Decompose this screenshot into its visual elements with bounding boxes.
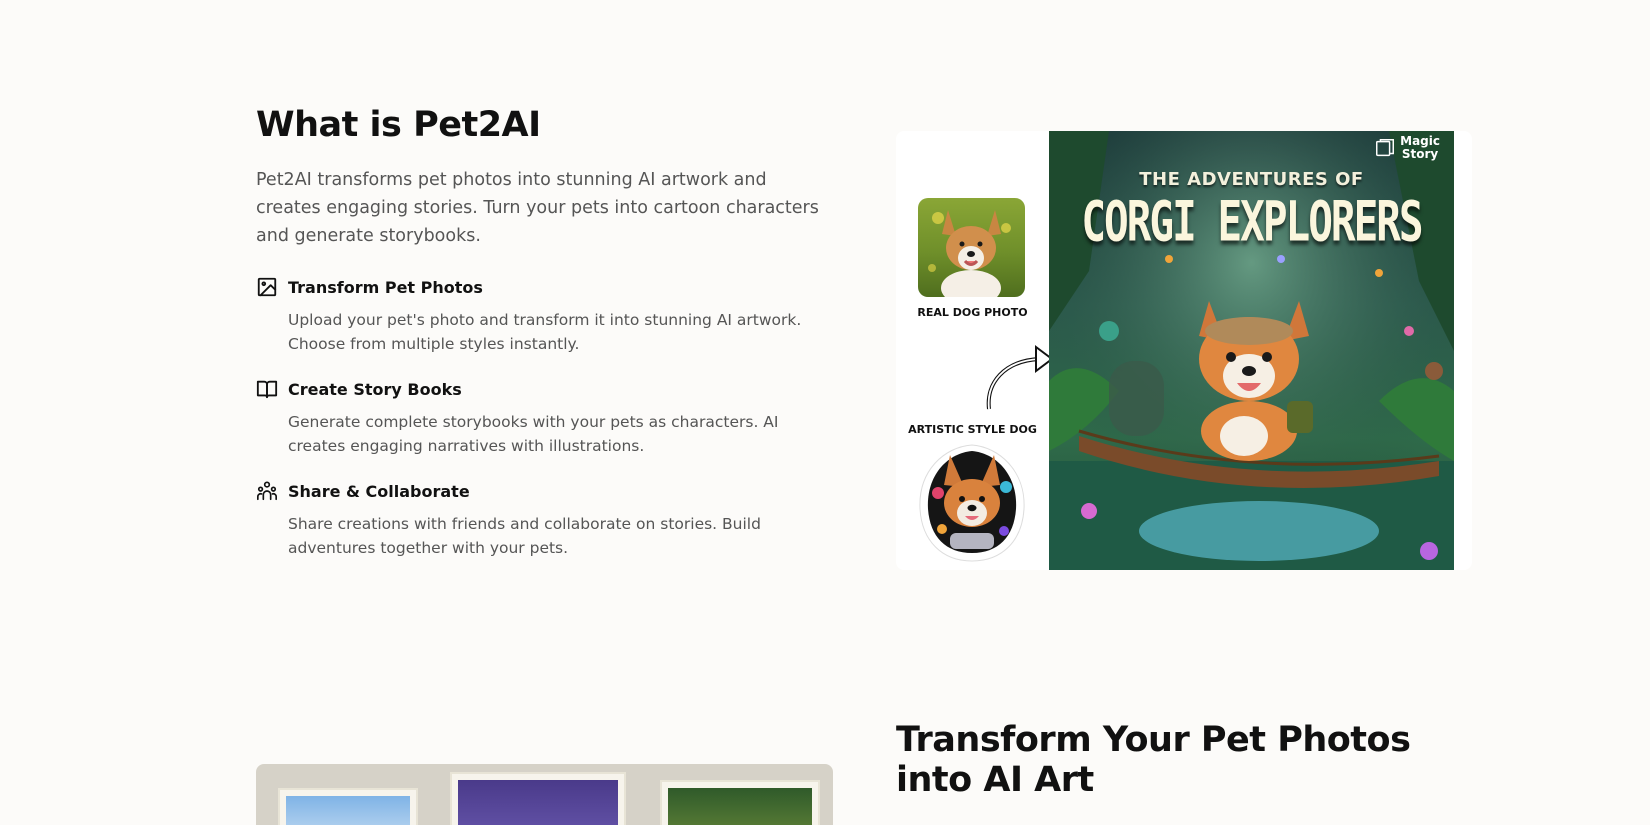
curved-arrow-icon bbox=[986, 345, 1054, 410]
feature-list: Transform Pet Photos Upload your pet's p… bbox=[256, 276, 846, 560]
feature-description: Share creations with friends and collabo… bbox=[288, 515, 761, 557]
reference-column: REAL DOG PHOTO ARTISTIC STYLE DOG bbox=[896, 131, 1054, 570]
hero-illustration: REAL DOG PHOTO ARTISTIC STYLE DOG Magic … bbox=[896, 131, 1472, 570]
photo-frame bbox=[450, 772, 626, 825]
feature-item: Create Story Books Generate complete sto… bbox=[256, 378, 846, 458]
intro-text: Pet2AI transforms pet photos into stunni… bbox=[256, 170, 819, 246]
feature-description: Upload your pet's photo and transform it… bbox=[288, 311, 802, 353]
brand-line: Story bbox=[1401, 147, 1439, 161]
cover-subtitle: THE ADVENTURES OF bbox=[1139, 169, 1364, 190]
real-photo-label: REAL DOG PHOTO bbox=[917, 306, 1028, 319]
book-icon bbox=[1376, 139, 1395, 157]
feature-description: Generate complete storybooks with your p… bbox=[288, 413, 779, 455]
image-icon bbox=[256, 276, 278, 298]
photo-frame bbox=[660, 780, 820, 825]
photo-frame bbox=[278, 788, 418, 825]
feature-title: Create Story Books bbox=[288, 379, 462, 399]
artistic-dog-sticker bbox=[919, 444, 1025, 562]
storybook-cover: Magic Story THE ADVENTURES OF CORGI EXPL… bbox=[1049, 131, 1454, 570]
feature-title: Transform Pet Photos bbox=[288, 277, 483, 297]
about-section: What is Pet2AI Pet2AI transforms pet pho… bbox=[256, 104, 846, 582]
feature-item: Share & Collaborate Share creations with… bbox=[256, 480, 846, 560]
users-icon bbox=[256, 480, 278, 502]
feature-title: Share & Collaborate bbox=[288, 481, 470, 501]
gallery-image bbox=[256, 764, 833, 825]
art-style-label: ARTISTIC STYLE DOG bbox=[908, 423, 1037, 436]
real-dog-photo bbox=[918, 198, 1025, 297]
section-title: What is Pet2AI bbox=[256, 105, 541, 145]
feature-item: Transform Pet Photos Upload your pet's p… bbox=[256, 276, 846, 356]
magic-story-logo: Magic Story bbox=[1374, 135, 1440, 161]
book-icon bbox=[256, 378, 278, 400]
cover-title: CORGI EXPLORERS bbox=[1081, 189, 1423, 254]
transform-section-title: Transform Your Pet Photos into AI Art bbox=[896, 720, 1411, 800]
